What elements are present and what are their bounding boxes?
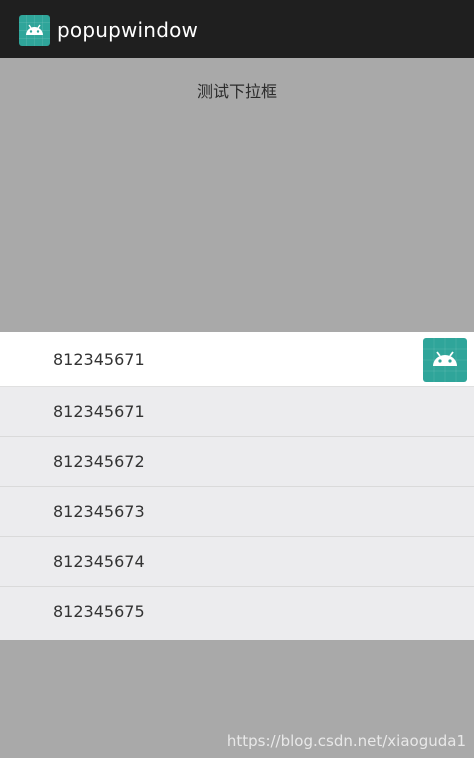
list-item-label: 812345671 bbox=[53, 402, 145, 421]
android-icon bbox=[19, 15, 50, 46]
android-icon[interactable] bbox=[423, 338, 467, 382]
list-item[interactable]: 812345673 bbox=[0, 487, 474, 537]
main-content: 测试下拉框 812345671 812345671 812345672 8123… bbox=[0, 58, 474, 758]
list-item-label: 812345673 bbox=[53, 502, 145, 521]
list-item[interactable]: 812345674 bbox=[0, 537, 474, 587]
prompt-text: 测试下拉框 bbox=[196, 82, 277, 101]
dropdown-selector[interactable]: 812345671 bbox=[0, 332, 474, 387]
list-item-label: 812345675 bbox=[53, 602, 145, 621]
list-item-label: 812345672 bbox=[53, 452, 145, 471]
watermark: https://blog.csdn.net/xiaoguda1 bbox=[226, 732, 466, 750]
popup-list: 812345671 812345672 812345673 812345674 … bbox=[0, 387, 474, 640]
list-item-label: 812345674 bbox=[53, 552, 145, 571]
list-item[interactable]: 812345671 bbox=[0, 387, 474, 437]
selected-value: 812345671 bbox=[53, 350, 145, 369]
app-title: popupwindow bbox=[57, 18, 199, 42]
list-item[interactable]: 812345672 bbox=[0, 437, 474, 487]
list-item[interactable]: 812345675 bbox=[0, 587, 474, 640]
app-toolbar: popupwindow bbox=[0, 0, 474, 58]
